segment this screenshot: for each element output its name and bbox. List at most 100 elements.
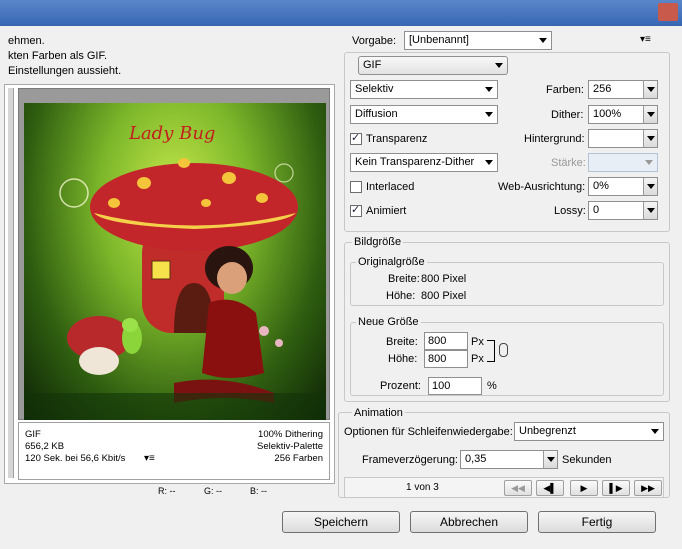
first-frame-button[interactable]: ◀◀ xyxy=(504,480,532,496)
percent-input[interactable] xyxy=(428,377,482,395)
transparency-dither-dropdown[interactable]: Kein Transparenz-Dither xyxy=(350,153,498,172)
web-snap-value: 0% xyxy=(593,180,609,192)
frame-delay-label: Frameverzögerung: xyxy=(362,454,458,466)
new-width-input[interactable] xyxy=(424,332,468,350)
preset-menu-icon[interactable]: ▾≡ xyxy=(640,34,651,45)
percent-unit: % xyxy=(487,380,497,392)
delay-unit: Sekunden xyxy=(562,454,612,466)
interlaced-checkbox[interactable] xyxy=(350,181,362,193)
colors-value: 256 xyxy=(593,83,612,95)
new-width-label: Breite: xyxy=(386,336,418,348)
info-time: 120 Sek. bei 56,6 Kbit/s xyxy=(25,453,126,464)
loop-options-dropdown[interactable]: Unbegrenzt xyxy=(514,422,664,441)
image-title-text: Lady Bug xyxy=(129,123,216,144)
prev-frame-button[interactable]: ◀▌ xyxy=(536,480,564,496)
original-size-title: Originalgröße xyxy=(356,256,427,268)
play-button[interactable]: ▶ xyxy=(570,480,598,496)
chevron-down-icon xyxy=(539,38,547,43)
original-height-value: 800 Pixel xyxy=(421,290,467,302)
lossy-value: 0 xyxy=(593,204,600,216)
frame-delay-value: 0,35 xyxy=(465,453,487,465)
window-titlebar xyxy=(0,0,682,26)
chevron-down-icon xyxy=(485,160,493,165)
web-snap-label: Web-Ausrichtung: xyxy=(498,181,586,193)
colors-label: Farben: xyxy=(546,84,584,96)
dither-algorithm-dropdown[interactable]: Diffusion xyxy=(350,105,498,124)
animation-title: Animation xyxy=(352,407,405,419)
dither-value: 100% xyxy=(593,108,622,120)
chevron-down-icon xyxy=(485,87,493,92)
chevron-down-icon xyxy=(645,160,653,165)
cancel-button[interactable]: Abbrechen xyxy=(410,511,528,533)
chevron-down-icon[interactable] xyxy=(643,202,657,219)
readout-r: R: -- xyxy=(158,486,176,496)
readout-g: G: -- xyxy=(204,486,222,496)
previous-preview-strip[interactable] xyxy=(8,88,14,478)
percent-label: Prozent: xyxy=(380,380,421,392)
download-menu-icon[interactable]: ▾≡ xyxy=(144,453,155,464)
chevron-down-icon[interactable] xyxy=(643,178,657,195)
chevron-down-icon[interactable] xyxy=(643,130,657,147)
transparency-checkbox[interactable] xyxy=(350,131,362,145)
image-size-title: Bildgröße xyxy=(352,236,404,248)
interlaced-label: Interlaced xyxy=(366,181,415,193)
dither-label: Dither: xyxy=(551,109,584,121)
frame-delay-field[interactable]: 0,35 xyxy=(460,450,558,469)
amount-label: Stärke: xyxy=(551,157,586,169)
transparency-dither-value: Kein Transparenz-Dither xyxy=(355,156,475,168)
next-frame-button[interactable]: ▌▶ xyxy=(602,480,630,496)
info-palette: Selektiv-Palette xyxy=(256,441,323,452)
chevron-down-icon xyxy=(651,429,659,434)
message-line-3: Einstellungen aussieht. xyxy=(8,65,122,77)
preview-image[interactable]: Lady Bug xyxy=(24,103,326,420)
lossy-label: Lossy: xyxy=(554,205,586,217)
dither-algorithm-value: Diffusion xyxy=(355,108,398,120)
info-colors: 256 Farben xyxy=(274,453,323,464)
preset-value: [Unbenannt] xyxy=(409,34,469,46)
done-button[interactable]: Fertig xyxy=(538,511,656,533)
height-unit: Px xyxy=(471,353,484,365)
close-button[interactable] xyxy=(658,3,678,21)
amount-field xyxy=(588,153,658,172)
new-height-input[interactable] xyxy=(424,350,468,368)
lossy-field[interactable]: 0 xyxy=(588,201,658,220)
transparency-label: Transparenz xyxy=(366,133,428,145)
info-dithering: 100% Dithering xyxy=(258,429,323,440)
chevron-down-icon[interactable] xyxy=(543,451,557,468)
format-dropdown[interactable]: GIF xyxy=(358,56,508,75)
matte-field[interactable] xyxy=(588,129,658,148)
animated-checkbox[interactable] xyxy=(350,203,362,217)
format-value: GIF xyxy=(363,59,382,71)
chevron-down-icon[interactable] xyxy=(643,81,657,98)
colors-field[interactable]: 256 xyxy=(588,80,658,99)
new-size-title: Neue Größe xyxy=(356,316,421,328)
dither-field[interactable]: 100% xyxy=(588,105,658,124)
info-size: 656,2 KB xyxy=(25,441,65,452)
matte-label: Hintergrund: xyxy=(524,133,585,145)
chevron-down-icon xyxy=(485,112,493,117)
loop-options-label: Optionen für Schleifenwiedergabe: xyxy=(344,426,513,438)
link-icon[interactable] xyxy=(499,343,508,357)
readout-b: B: -- xyxy=(250,486,267,496)
width-unit: Px xyxy=(471,336,484,348)
new-height-label: Höhe: xyxy=(388,353,418,365)
optimization-info-box: GIF 656,2 KB 120 Sek. bei 56,6 Kbit/s ▾≡… xyxy=(18,422,330,480)
reduction-dropdown[interactable]: Selektiv xyxy=(350,80,498,99)
message-line-2: kten Farben als GIF. xyxy=(8,50,108,62)
original-width-label: Breite: xyxy=(388,273,420,285)
preset-label: Vorgabe: xyxy=(352,35,397,47)
last-frame-button[interactable]: ▶▶ xyxy=(634,480,662,496)
preset-dropdown[interactable]: [Unbenannt] xyxy=(404,31,552,50)
original-height-label: Höhe: xyxy=(386,290,416,302)
chevron-down-icon[interactable] xyxy=(643,106,657,123)
chevron-down-icon xyxy=(495,63,503,68)
original-width-value: 800 Pixel xyxy=(421,273,467,285)
info-format: GIF xyxy=(25,429,41,440)
frame-counter: 1 von 3 xyxy=(406,482,439,493)
loop-options-value: Unbegrenzt xyxy=(519,425,576,437)
web-snap-field[interactable]: 0% xyxy=(588,177,658,196)
save-button[interactable]: Speichern xyxy=(282,511,400,533)
preview-illustration xyxy=(24,158,326,420)
reduction-value: Selektiv xyxy=(355,83,394,95)
animated-label: Animiert xyxy=(366,205,407,217)
